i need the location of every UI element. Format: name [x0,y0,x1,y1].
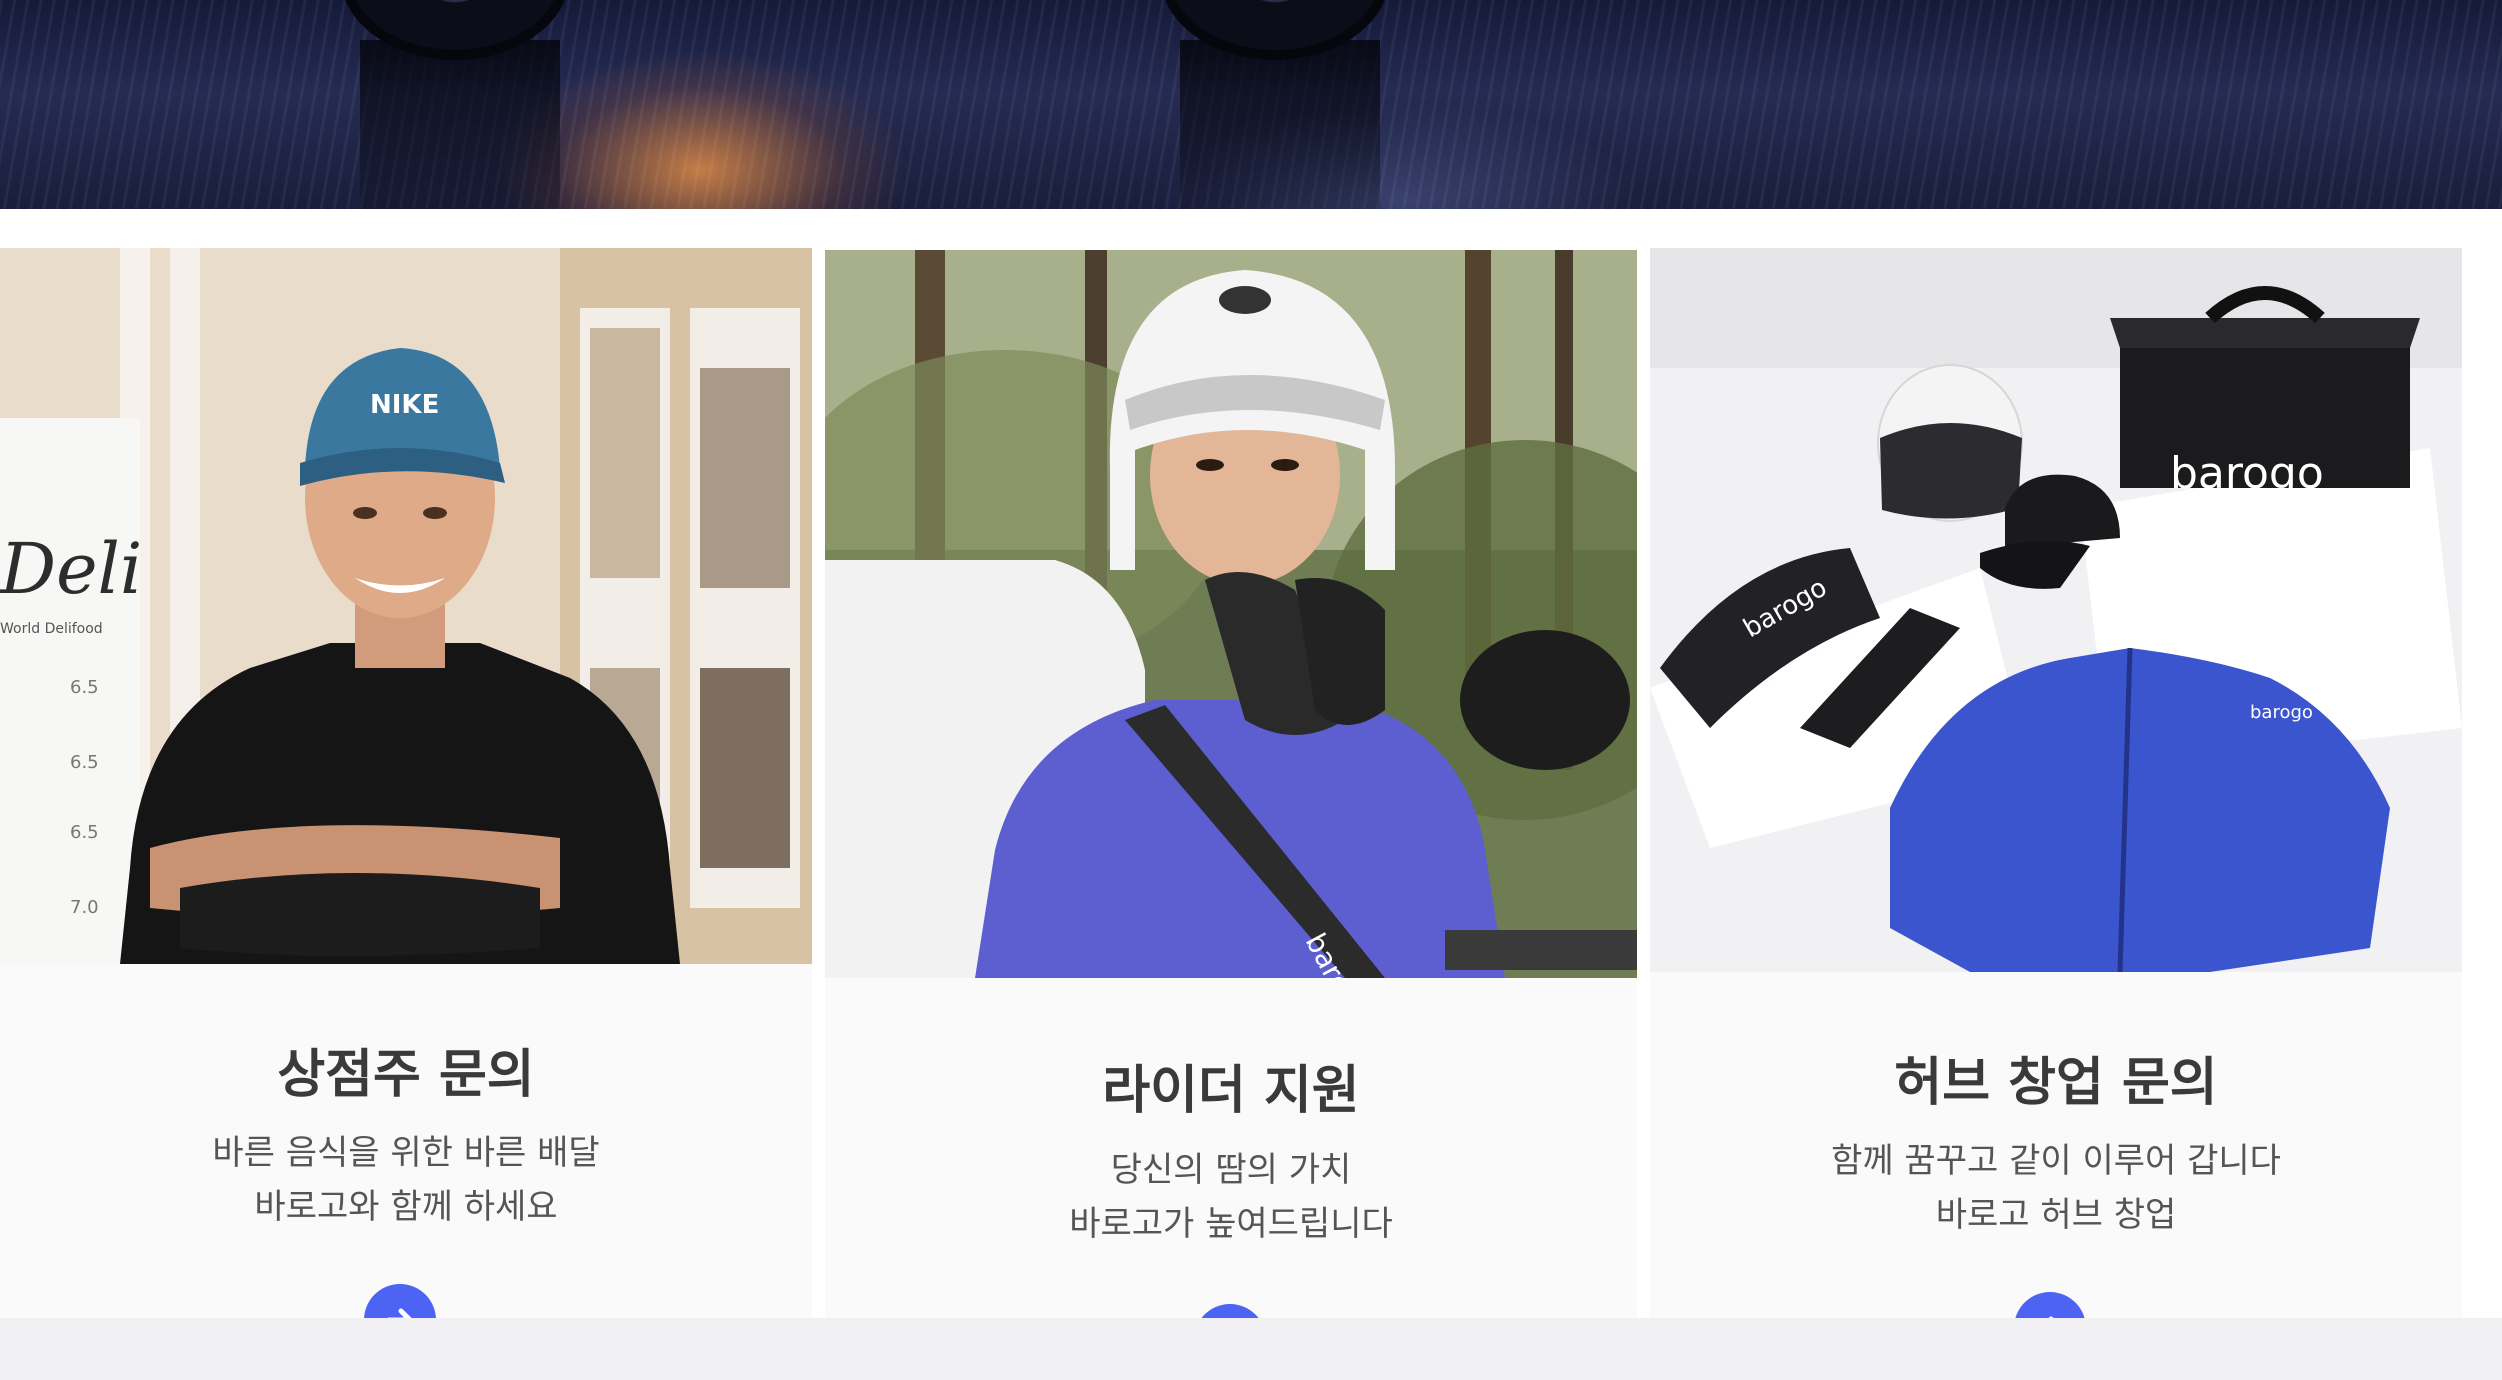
hero-banner-image [0,0,2502,209]
card-title: 허브 창업 문의 [1894,1053,2218,1113]
store-owner-inquiry-card[interactable]: Deli World Delifood 6.5 6.5 6.5 7.0 NIKE… [0,248,812,1318]
bag-logo: barogo [2170,448,2324,499]
menu-board-sign: Deli [0,528,142,610]
card-title: 상점주 문의 [277,1045,535,1105]
wheel-reflection [360,40,560,209]
section-bottom-band [0,1318,2502,1380]
store-owner-inquiry-button[interactable] [364,1284,436,1318]
rider-support-card[interactable]: barogo 라이더 지원 당신의 땀의 가치 바로고가 높여드립니다 [825,250,1637,1340]
hub-gear-photo: barogo barogo barogo [1650,248,2462,972]
svg-text:6.5: 6.5 [70,677,99,698]
arrow-right-icon [387,1308,412,1318]
rider-photo: barogo [825,250,1637,978]
hub-franchise-inquiry-card[interactable]: barogo barogo barogo 허브 창업 문의 함께 꿈꾸고 같이 … [1650,248,2462,1328]
card-description: 당신의 땀의 가치 바로고가 높여드립니다 [1069,1150,1393,1244]
svg-text:6.5: 6.5 [70,822,99,843]
store-owner-photo: Deli World Delifood 6.5 6.5 6.5 7.0 NIKE [0,248,812,964]
jacket-logo: barogo [2250,702,2313,723]
svg-text:World Delifood: World Delifood [0,621,103,637]
svg-text:6.5: 6.5 [70,752,99,773]
cap-logo: NIKE [370,390,439,420]
card-description: 함께 꿈꾸고 같이 이루어 갑니다 바로고 허브 창업 [1831,1141,2281,1235]
card-description: 바른 음식을 위한 바른 배달 바로고와 함께 하세요 [212,1133,600,1227]
card-title: 라이더 지원 [1102,1061,1360,1121]
wheel-reflection [1180,40,1380,209]
svg-text:7.0: 7.0 [70,897,99,918]
